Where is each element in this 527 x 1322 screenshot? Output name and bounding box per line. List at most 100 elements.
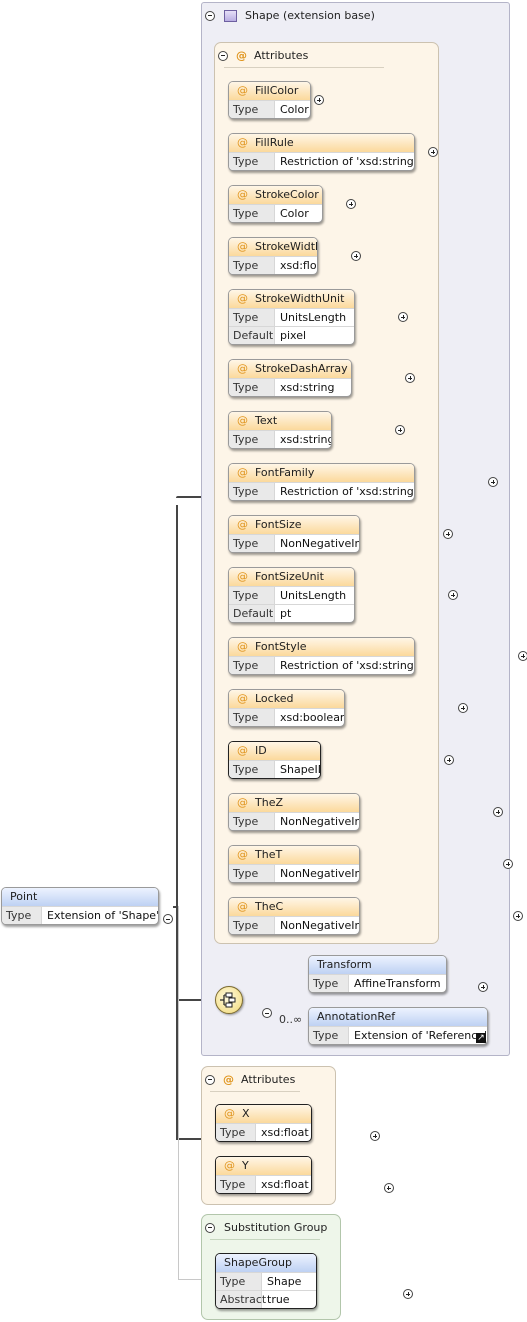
connector-substitution-v <box>178 906 179 1279</box>
attribute-the-z-expand-button[interactable] <box>493 807 503 817</box>
attribute-x-name: X <box>242 1107 250 1120</box>
attribute-header: @ Text <box>229 412 331 430</box>
attribute-fill-rule-expand-button[interactable] <box>428 147 438 157</box>
attribute-text[interactable]: @ Text Type xsd:string <box>228 411 332 449</box>
attribute-type-row: Type ShapeID <box>229 760 320 778</box>
attribute-name: FillRule <box>255 136 294 149</box>
attribute-at-icon: @ <box>237 900 248 913</box>
substitution-group-collapse-button[interactable] <box>205 1222 215 1233</box>
attribute-at-icon: @ <box>237 136 248 149</box>
attribute-font-size[interactable]: @ FontSize Type NonNegativeInt <box>228 515 360 553</box>
attribute-stroke-width[interactable]: @ StrokeWidth Type xsd:float <box>228 237 318 275</box>
shape-group-abstract-row: Abstract true <box>216 1290 316 1308</box>
attribute-font-family[interactable]: @ FontFamily Type Restriction of 'xsd:strin… <box>228 463 415 501</box>
attribute-type-label: Type <box>229 379 275 396</box>
annotation-ref-cardinality: 0..∞ <box>279 1013 303 1026</box>
attribute-x-type-label: Type <box>216 1124 256 1141</box>
element-shape-group[interactable]: ShapeGroup Type Shape Abstract true <box>215 1253 317 1309</box>
reference-arrow-icon: ↗ <box>476 1033 486 1043</box>
attribute-at-icon: @ <box>237 570 248 583</box>
attribute-stroke-dash-array-expand-button[interactable] <box>405 373 415 383</box>
attribute-type-label: Type <box>229 153 275 170</box>
attribute-default-value: pixel <box>280 329 307 342</box>
attribute-id-expand-button[interactable] <box>444 755 454 765</box>
attribute-at-icon: @ <box>237 848 248 861</box>
attribute-locked[interactable]: @ Locked Type xsd:boolean <box>228 689 345 727</box>
attribute-type-label: Type <box>229 483 275 500</box>
attribute-at-icon: @ <box>223 1073 234 1086</box>
attribute-x-expand-button[interactable] <box>370 1131 380 1141</box>
sequence-collapse-button[interactable] <box>261 1008 272 1018</box>
attribute-x-type-row: Type xsd:float <box>216 1123 311 1141</box>
attribute-stroke-width-unit-expand-button[interactable] <box>398 312 408 322</box>
attribute-default-label: Default <box>229 605 275 622</box>
attribute-type-value: UnitsLength <box>280 311 347 324</box>
attribute-type-label: Type <box>229 865 275 882</box>
attribute-y-type-value: xsd:float <box>261 1178 309 1191</box>
attribute-font-size-unit-expand-button[interactable] <box>448 590 458 600</box>
attribute-name: FontSize <box>255 518 302 531</box>
attribute-stroke-color[interactable]: @ StrokeColor Type Color <box>228 185 323 223</box>
transform-expand-button[interactable] <box>478 982 488 992</box>
attribute-the-t-expand-button[interactable] <box>503 859 513 869</box>
shape-group-expand-button[interactable] <box>403 1289 413 1299</box>
attribute-type-label: Type <box>229 205 275 222</box>
sequence-compositor-icon[interactable] <box>215 986 243 1014</box>
attribute-the-c-expand-button[interactable] <box>513 911 523 921</box>
attribute-type-row: Type UnitsLength <box>229 586 354 604</box>
shape-attributes-title: Attributes <box>254 49 309 62</box>
shape-group-abstract-value: true <box>267 1293 290 1306</box>
point-type-row: Type Extension of 'Shape' <box>2 906 158 924</box>
attribute-default-value: pt <box>280 607 292 620</box>
attribute-type-row: Type NonNegativeInt <box>229 864 359 882</box>
complex-type-icon <box>224 9 237 22</box>
attribute-fill-color[interactable]: @ FillColor Type Color <box>228 81 311 119</box>
annotation-ref-type-value: Extension of 'Reference' <box>354 1029 488 1042</box>
attribute-font-style-expand-button[interactable] <box>518 651 527 661</box>
attribute-stroke-color-expand-button[interactable] <box>346 199 356 209</box>
element-transform[interactable]: Transform Type AffineTransform <box>308 955 447 993</box>
element-annotation-ref[interactable]: AnnotationRef Type Extension of 'Referen… <box>308 1007 488 1045</box>
attribute-y-expand-button[interactable] <box>383 1183 394 1193</box>
attribute-type-value: Restriction of 'xsd:string' <box>280 155 415 168</box>
attribute-text-expand-button[interactable] <box>395 425 405 435</box>
point-attributes-collapse-button[interactable] <box>205 1074 215 1085</box>
attribute-fill-rule[interactable]: @ FillRule Type Restriction of 'xsd:string' <box>228 133 415 171</box>
attribute-type-value: xsd:string <box>280 381 335 394</box>
annotation-ref-type-label: Type <box>309 1027 349 1044</box>
attribute-fill-color-expand-button[interactable] <box>314 95 324 105</box>
attribute-at-icon: @ <box>237 796 248 809</box>
attribute-at-icon: @ <box>237 744 248 757</box>
attribute-the-z[interactable]: @ TheZ Type NonNegativeInt <box>228 793 360 831</box>
attribute-header: @ StrokeWidthUnit <box>229 290 354 308</box>
attribute-stroke-dash-array[interactable]: @ StrokeDashArray Type xsd:string <box>228 359 352 397</box>
shape-attributes-collapse-button[interactable] <box>218 50 228 61</box>
attribute-header: @ StrokeDashArray <box>229 360 351 378</box>
annotation-ref-type-row: Type Extension of 'Reference' <box>309 1026 487 1044</box>
point-collapse-button[interactable] <box>163 914 173 924</box>
annotation-ref-name: AnnotationRef <box>317 1010 396 1023</box>
attribute-stroke-width-expand-button[interactable] <box>351 251 361 261</box>
attribute-type-label: Type <box>229 101 275 118</box>
attribute-font-family-expand-button[interactable] <box>488 477 498 487</box>
attribute-header: @ StrokeColor <box>229 186 322 204</box>
attribute-the-t[interactable]: @ TheT Type NonNegativeInt <box>228 845 360 883</box>
attribute-type-label: Type <box>229 587 275 604</box>
attribute-font-size-expand-button[interactable] <box>443 529 453 539</box>
root-element-point[interactable]: Point Type Extension of 'Shape' <box>1 887 159 925</box>
attribute-at-icon: @ <box>237 292 248 305</box>
base-group-collapse-button[interactable] <box>205 10 215 21</box>
point-type-label: Type <box>2 907 42 924</box>
shape-attributes-divider <box>224 67 384 68</box>
attribute-locked-expand-button[interactable] <box>458 703 468 713</box>
attribute-y[interactable]: @ Y Type xsd:float <box>215 1156 312 1194</box>
attribute-stroke-width-unit[interactable]: @ StrokeWidthUnit Type UnitsLength Default pi… <box>228 289 355 345</box>
annotation-ref-header: AnnotationRef <box>309 1008 487 1026</box>
attribute-name: ID <box>255 744 267 757</box>
attribute-font-style[interactable]: @ FontStyle Type Restriction of 'xsd:string… <box>228 637 415 675</box>
attribute-type-label: Type <box>229 709 275 726</box>
attribute-x[interactable]: @ X Type xsd:float <box>215 1104 312 1142</box>
attribute-font-size-unit[interactable]: @ FontSizeUnit Type UnitsLength Default pt <box>228 567 355 623</box>
attribute-id[interactable]: @ ID Type ShapeID <box>228 741 321 779</box>
attribute-the-c[interactable]: @ TheC Type NonNegativeInt <box>228 897 360 935</box>
